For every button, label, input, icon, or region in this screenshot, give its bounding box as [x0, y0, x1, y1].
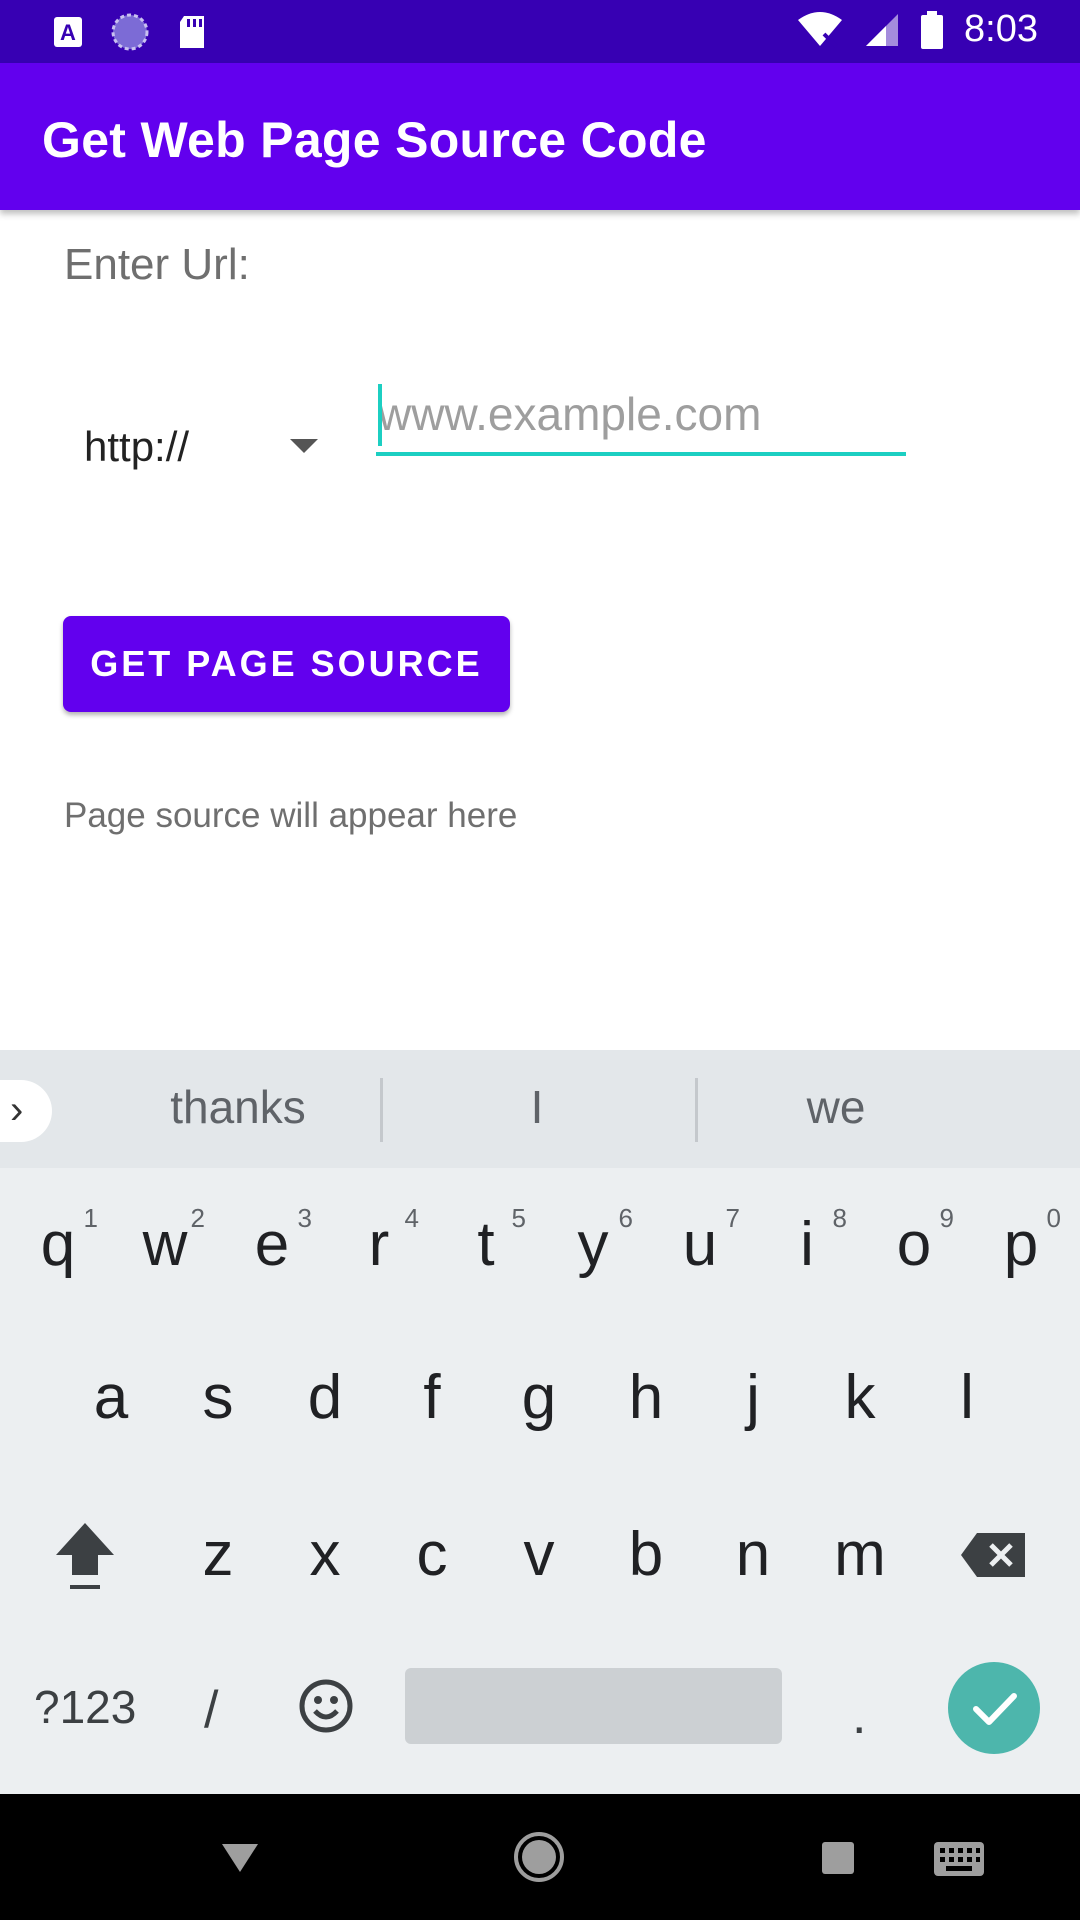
- suggestion-expand-button[interactable]: ›: [0, 1080, 52, 1142]
- sd-card-icon: [180, 16, 204, 48]
- key-k[interactable]: k: [810, 1338, 910, 1458]
- protocol-selected-value: http://: [84, 423, 190, 470]
- key-i[interactable]: i8: [757, 1185, 857, 1305]
- wifi-off-icon: [798, 11, 843, 47]
- text-cursor: [378, 384, 382, 446]
- key-a[interactable]: a: [61, 1338, 161, 1458]
- key-b[interactable]: b: [596, 1495, 696, 1615]
- key-j[interactable]: j: [703, 1338, 803, 1458]
- backspace-icon: [961, 1533, 1025, 1577]
- checkmark-icon: [973, 1693, 1017, 1725]
- key-z[interactable]: z: [168, 1495, 268, 1615]
- battery-icon: [921, 10, 944, 49]
- emoji-smile-icon: [299, 1679, 353, 1733]
- get-page-source-button[interactable]: GET PAGE SOURCE: [63, 616, 510, 712]
- page-source-output: Page source will appear here: [64, 796, 518, 835]
- emoji-key[interactable]: [298, 1678, 354, 1734]
- suggestion-3[interactable]: we: [736, 1080, 936, 1134]
- key-n[interactable]: n: [703, 1495, 803, 1615]
- symbols-key[interactable]: ?123: [34, 1680, 136, 1734]
- backspace-key[interactable]: [944, 1495, 1044, 1615]
- suggestion-divider: [695, 1078, 698, 1142]
- status-left-icons: A: [52, 12, 208, 52]
- key-v[interactable]: v: [489, 1495, 589, 1615]
- key-f[interactable]: f: [382, 1338, 482, 1458]
- suggestion-strip: › thanks I we: [0, 1050, 1080, 1168]
- key-r[interactable]: r4: [329, 1185, 429, 1305]
- suggestion-2[interactable]: I: [437, 1080, 637, 1134]
- accessibility-a-icon: A: [54, 17, 82, 47]
- suggestion-1[interactable]: thanks: [108, 1080, 368, 1134]
- key-s[interactable]: s: [168, 1338, 268, 1458]
- key-g[interactable]: g: [489, 1338, 589, 1458]
- key-c[interactable]: c: [382, 1495, 482, 1615]
- status-time: 8:03: [964, 8, 1038, 50]
- status-right-icons: 8:03: [796, 8, 1038, 51]
- period-key[interactable]: .: [852, 1686, 866, 1746]
- key-l[interactable]: l: [917, 1338, 1017, 1458]
- shift-key[interactable]: [35, 1495, 135, 1615]
- key-h[interactable]: h: [596, 1338, 696, 1458]
- cell-signal-icon: [866, 13, 899, 46]
- app-title: Get Web Page Source Code: [42, 112, 707, 168]
- spacebar-key[interactable]: [405, 1668, 782, 1744]
- key-o[interactable]: o9: [864, 1185, 964, 1305]
- sync-circle-icon: [111, 13, 149, 51]
- key-p[interactable]: p0: [971, 1185, 1071, 1305]
- svg-text:A: A: [60, 20, 76, 45]
- suggestion-divider: [380, 1078, 383, 1142]
- home-nav-icon[interactable]: [512, 1830, 566, 1884]
- key-e[interactable]: e3: [222, 1185, 322, 1305]
- key-y[interactable]: y6: [543, 1185, 643, 1305]
- navigation-bar: [0, 1794, 1080, 1920]
- keyboard-switch-icon[interactable]: [932, 1840, 986, 1878]
- chevron-right-icon: ›: [10, 1088, 24, 1132]
- protocol-dropdown[interactable]: http://: [66, 405, 336, 485]
- app-bar: Get Web Page Source Code: [0, 63, 1080, 210]
- status-bar: A 8:03: [0, 0, 1080, 63]
- key-w[interactable]: w2: [115, 1185, 215, 1305]
- url-input[interactable]: [376, 380, 906, 456]
- recents-nav-icon[interactable]: [820, 1840, 856, 1876]
- back-nav-icon[interactable]: [220, 1840, 260, 1876]
- key-d[interactable]: d: [275, 1338, 375, 1458]
- key-q[interactable]: q1: [8, 1185, 108, 1305]
- enter-url-label: Enter Url:: [64, 240, 250, 289]
- enter-key[interactable]: [948, 1662, 1040, 1754]
- key-x[interactable]: x: [275, 1495, 375, 1615]
- key-m[interactable]: m: [810, 1495, 910, 1615]
- slash-key[interactable]: /: [204, 1680, 218, 1740]
- key-u[interactable]: u7: [650, 1185, 750, 1305]
- shift-arrow-icon: [56, 1523, 114, 1589]
- dropdown-arrow-icon: [290, 439, 318, 453]
- key-t[interactable]: t5: [436, 1185, 536, 1305]
